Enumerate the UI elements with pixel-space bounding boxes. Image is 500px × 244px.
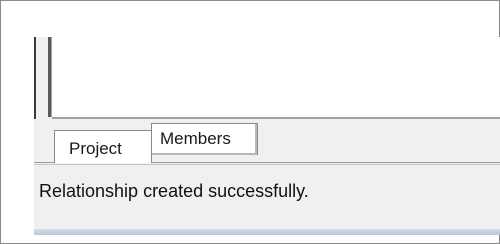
tab-project[interactable]: Project xyxy=(54,130,152,163)
tab-members[interactable]: Members xyxy=(151,123,258,155)
screenshot-frame: Project Members Relationship created suc… xyxy=(0,0,500,244)
status-bar: Relationship created successfully. xyxy=(34,164,500,223)
application-window: Project Members Relationship created suc… xyxy=(34,37,500,235)
window-bottom-border xyxy=(34,229,500,235)
content-panel-border xyxy=(48,37,52,117)
content-panel xyxy=(48,37,500,117)
tab-members-label: Members xyxy=(160,129,231,148)
status-message: Relationship created successfully. xyxy=(39,181,309,201)
tab-project-label: Project xyxy=(69,139,122,158)
